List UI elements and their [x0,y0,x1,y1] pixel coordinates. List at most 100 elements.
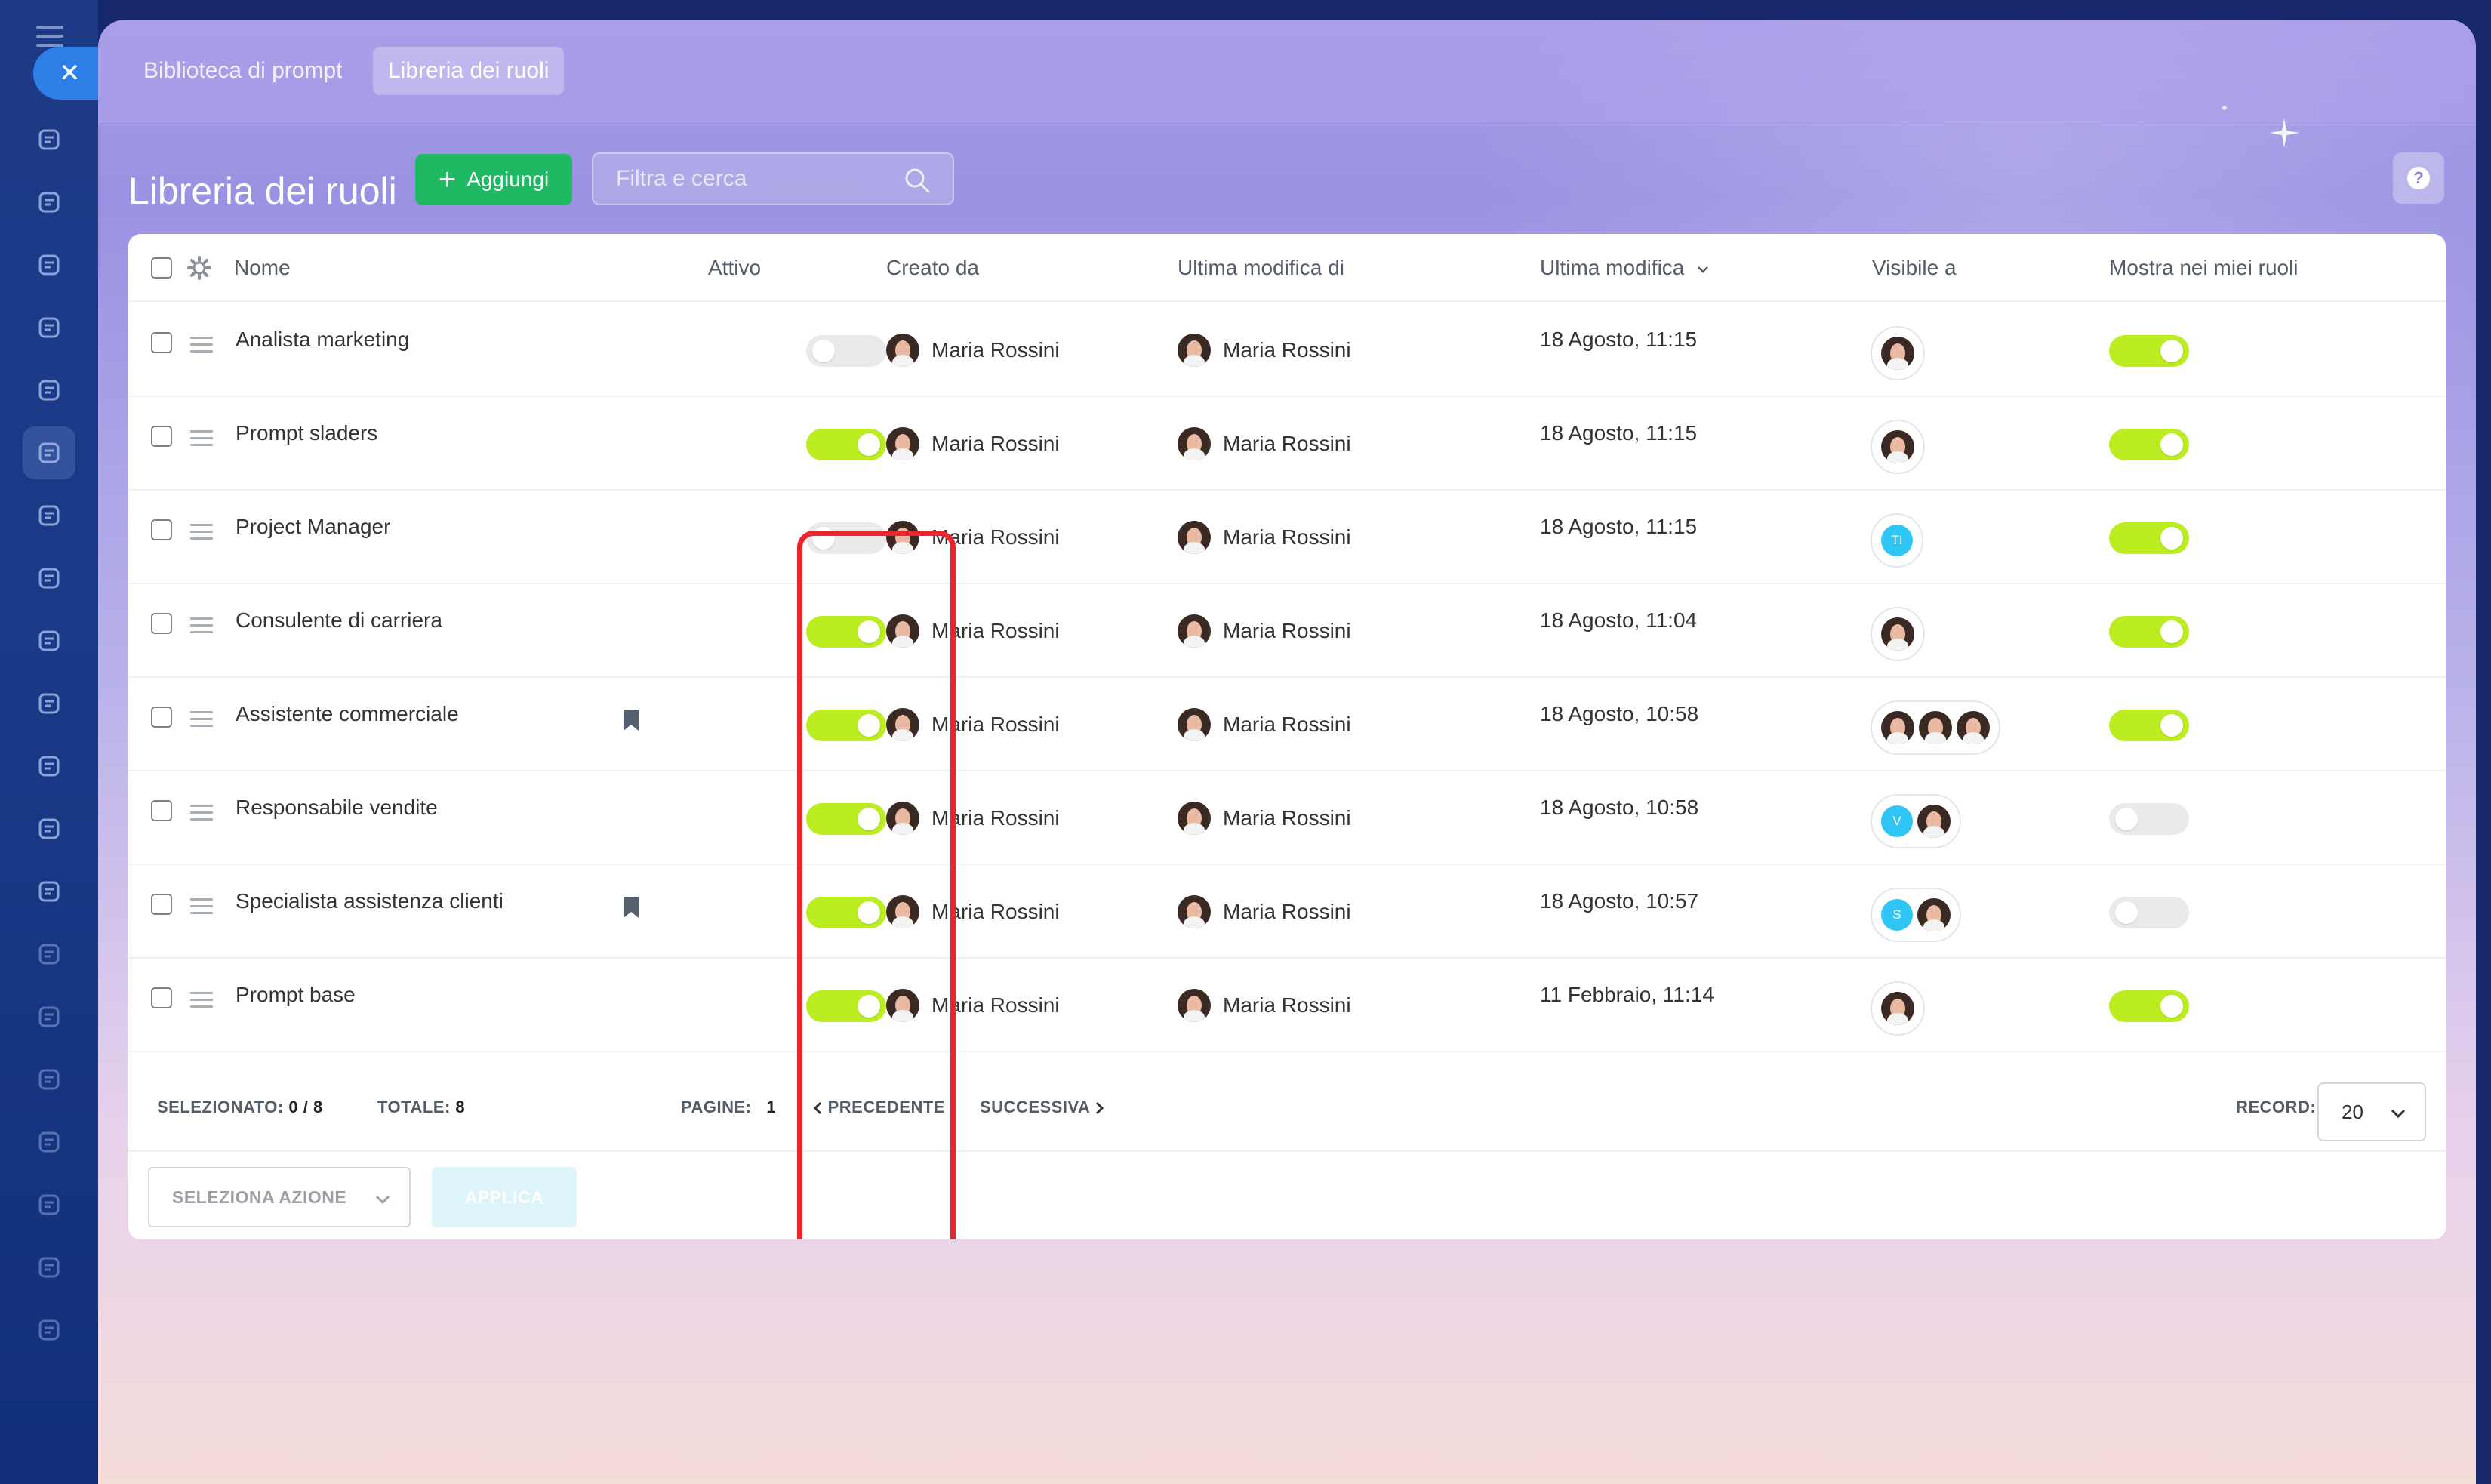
modified-by-user[interactable]: Maria Rossini [1178,707,1351,743]
books-icon[interactable] [23,1053,75,1106]
table-row[interactable]: Specialista assistenza clienti Maria Ross… [128,865,2446,959]
column-header-show-in-roles[interactable]: Mostra nei miei ruoli [2109,234,2299,302]
sync-icon[interactable] [23,113,75,166]
active-toggle[interactable] [806,616,886,648]
drag-handle-icon[interactable] [190,524,213,540]
help-button[interactable]: ? [2393,152,2444,204]
created-by-user[interactable]: Maria Rossini [886,894,1060,930]
table-row[interactable]: Assistente commerciale Maria Rossini Maria… [128,678,2446,771]
drag-handle-icon[interactable] [190,617,213,634]
previous-page-button[interactable]: PRECEDENTE [812,1098,945,1117]
drag-handle-icon[interactable] [190,337,213,353]
show-in-roles-toggle[interactable] [2109,429,2189,460]
hexagon-icon[interactable] [23,301,75,354]
created-by-user[interactable]: Maria Rossini [886,426,1060,462]
filter-icon[interactable] [23,740,75,793]
menu-icon[interactable] [36,26,63,47]
row-checkbox[interactable] [151,894,172,915]
table-row[interactable]: Consulente di carriera Maria Rossini Maria… [128,584,2446,678]
created-by-user[interactable]: Maria Rossini [886,987,1060,1024]
show-in-roles-toggle[interactable] [2109,710,2189,741]
visible-to-group[interactable] [1871,700,2000,755]
file-icon[interactable] [23,614,75,667]
role-name[interactable]: Prompt sladers [236,421,377,445]
column-header-created-by[interactable]: Creato da [886,234,979,302]
id-card-icon[interactable] [23,928,75,981]
cart-icon[interactable] [23,802,75,855]
search-input[interactable] [593,154,953,204]
table-row[interactable]: Responsabile vendite Maria Rossini Maria R… [128,771,2446,865]
table-row[interactable]: Project Manager Maria Rossini Maria Rossin… [128,491,2446,584]
row-checkbox[interactable] [151,519,172,540]
active-toggle[interactable] [806,335,886,367]
calendar-icon[interactable] [23,489,75,542]
document-edit-icon[interactable] [23,1241,75,1294]
store-icon[interactable] [23,865,75,918]
presentation-icon[interactable] [23,552,75,605]
role-name[interactable]: Assistente commerciale [236,702,459,726]
modified-by-user[interactable]: Maria Rossini [1178,987,1351,1024]
drag-handle-icon[interactable] [190,992,213,1008]
modified-by-user[interactable]: Maria Rossini [1178,332,1351,368]
chart-icon[interactable] [23,1178,75,1231]
tab-prompt-library[interactable]: Biblioteca di prompt [128,47,357,95]
column-header-modified-by[interactable]: Ultima modifica di [1178,234,1344,302]
created-by-user[interactable]: Maria Rossini [886,332,1060,368]
row-checkbox[interactable] [151,613,172,634]
row-checkbox[interactable] [151,800,172,821]
modified-by-user[interactable]: Maria Rossini [1178,800,1351,836]
role-name[interactable]: Consulente di carriera [236,608,442,633]
show-in-roles-toggle[interactable] [2109,616,2189,648]
chat-icon[interactable] [23,176,75,229]
active-toggle[interactable] [806,990,886,1022]
show-in-roles-toggle[interactable] [2109,335,2189,367]
drag-handle-icon[interactable] [190,711,213,728]
created-by-user[interactable]: Maria Rossini [886,707,1060,743]
role-name[interactable]: Project Manager [236,515,390,539]
column-header-active[interactable]: Attivo [708,234,761,302]
select-action-dropdown[interactable]: SELEZIONA AZIONE [148,1167,411,1227]
active-toggle[interactable] [806,803,886,835]
modified-by-user[interactable]: Maria Rossini [1178,519,1351,556]
visible-to-group[interactable]: V [1871,794,1961,848]
document-list-icon[interactable] [23,426,75,479]
gear-icon[interactable] [187,256,211,280]
role-name[interactable]: Prompt base [236,983,356,1007]
add-button[interactable]: + Aggiungi [415,154,572,205]
role-name[interactable]: Specialista assistenza clienti [236,889,503,913]
visible-to-group[interactable]: S [1871,888,1961,942]
modified-by-user[interactable]: Maria Rossini [1178,894,1351,930]
row-checkbox[interactable] [151,426,172,447]
active-toggle[interactable] [806,897,886,928]
show-in-roles-toggle[interactable] [2109,803,2189,835]
column-header-modified[interactable]: Ultima modifica [1540,234,1710,302]
drag-handle-icon[interactable] [190,805,213,821]
stamp-icon[interactable] [23,364,75,417]
select-all-checkbox[interactable] [151,257,172,279]
search-icon[interactable] [903,166,931,195]
apply-button[interactable]: APPLICA [432,1167,577,1227]
column-header-visible-to[interactable]: Visibile a [1872,234,1957,302]
created-by-user[interactable]: Maria Rossini [886,613,1060,649]
show-in-roles-toggle[interactable] [2109,522,2189,554]
active-toggle[interactable] [806,429,886,460]
visible-to-group[interactable] [1871,326,1925,380]
show-in-roles-toggle[interactable] [2109,897,2189,928]
records-per-page-select[interactable]: 20 [2317,1082,2426,1141]
created-by-user[interactable]: Maria Rossini [886,800,1060,836]
row-checkbox[interactable] [151,332,172,353]
modified-by-user[interactable]: Maria Rossini [1178,613,1351,649]
row-checkbox[interactable] [151,987,172,1008]
visible-to-group[interactable]: TI [1871,513,1923,568]
modified-by-user[interactable]: Maria Rossini [1178,426,1351,462]
robot-icon[interactable] [23,990,75,1043]
tab-roles-library[interactable]: Libreria dei ruoli [373,47,565,95]
active-toggle[interactable] [806,522,886,554]
table-row[interactable]: Prompt base Maria Rossini Maria Rossini 11 … [128,959,2446,1052]
drag-handle-icon[interactable] [190,898,213,915]
card-icon[interactable] [23,677,75,730]
row-checkbox[interactable] [151,707,172,728]
active-toggle[interactable] [806,710,886,741]
visible-to-group[interactable] [1871,607,1925,661]
calendar-grid-icon[interactable] [23,1116,75,1168]
